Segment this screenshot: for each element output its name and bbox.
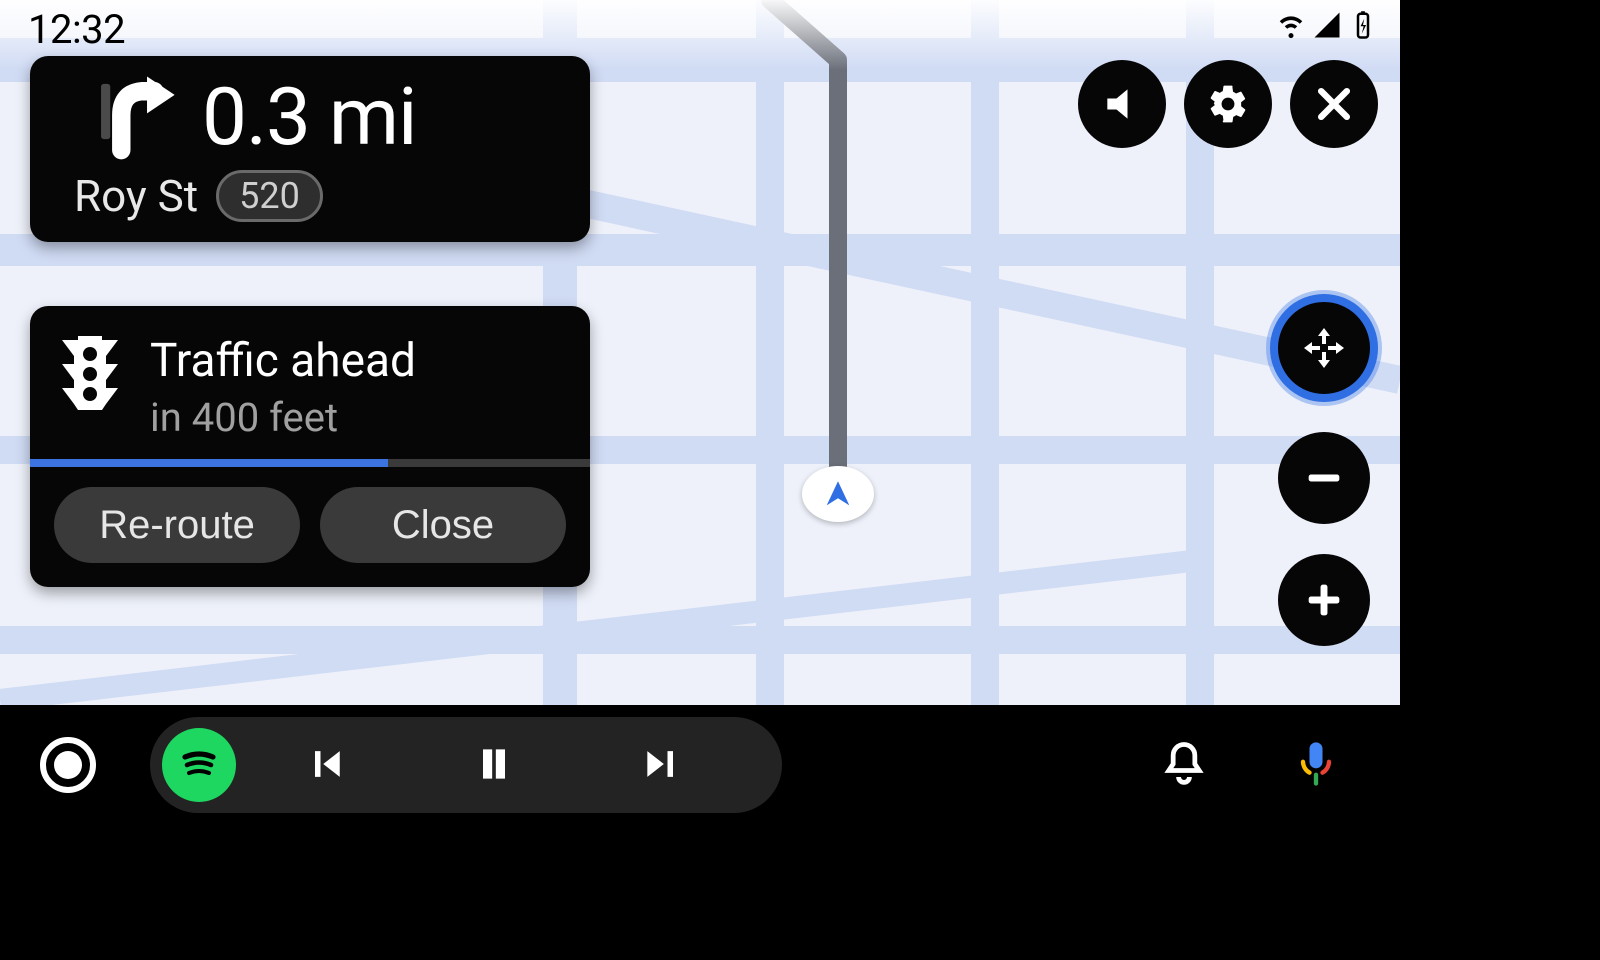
current-position-marker — [802, 466, 874, 522]
previous-track-button[interactable] — [248, 725, 404, 805]
turn-street: Roy St — [74, 170, 198, 222]
alert-subtitle: in 400 feet — [150, 394, 416, 441]
alert-progress-fill — [30, 459, 388, 467]
skip-next-icon — [640, 742, 684, 789]
next-track-button[interactable] — [584, 725, 740, 805]
media-controls — [150, 717, 782, 813]
volume-mute-icon — [1100, 82, 1144, 126]
bell-icon — [1158, 738, 1210, 793]
gear-icon — [1206, 82, 1250, 126]
bottom-bar — [0, 705, 1400, 825]
pause-icon — [472, 742, 516, 789]
turn-distance: 0.3 mi — [202, 70, 416, 164]
minus-icon — [1301, 455, 1347, 501]
alert-progress — [30, 459, 590, 467]
mute-button[interactable] — [1078, 60, 1166, 148]
spotify-icon[interactable] — [162, 728, 236, 802]
notifications-button[interactable] — [1140, 721, 1228, 809]
assistant-button[interactable] — [1272, 721, 1360, 809]
settings-button[interactable] — [1184, 60, 1272, 148]
route-shield: 520 — [216, 170, 323, 222]
alert-title: Traffic ahead — [150, 334, 416, 388]
alert-card: Traffic ahead in 400 feet Re-route Close — [30, 306, 590, 587]
app-viewport: 12:32 — [0, 0, 1400, 825]
exit-nav-button[interactable] — [1290, 60, 1378, 148]
zoom-in-button[interactable] — [1278, 554, 1370, 646]
turn-right-icon — [90, 71, 182, 163]
reroute-button[interactable]: Re-route — [54, 487, 300, 563]
close-alert-button[interactable]: Close — [320, 487, 566, 563]
plus-icon — [1301, 577, 1347, 623]
skip-previous-icon — [304, 742, 348, 789]
zoom-out-button[interactable] — [1278, 432, 1370, 524]
traffic-light-icon — [58, 334, 122, 412]
home-button[interactable] — [40, 737, 96, 793]
pause-button[interactable] — [416, 725, 572, 805]
close-icon — [1312, 82, 1356, 126]
pan-button[interactable] — [1270, 294, 1378, 402]
assistant-mic-icon — [1290, 738, 1342, 793]
turn-card: 0.3 mi Roy St 520 — [30, 56, 590, 242]
pan-icon — [1300, 324, 1348, 372]
home-circle-icon — [54, 751, 82, 779]
